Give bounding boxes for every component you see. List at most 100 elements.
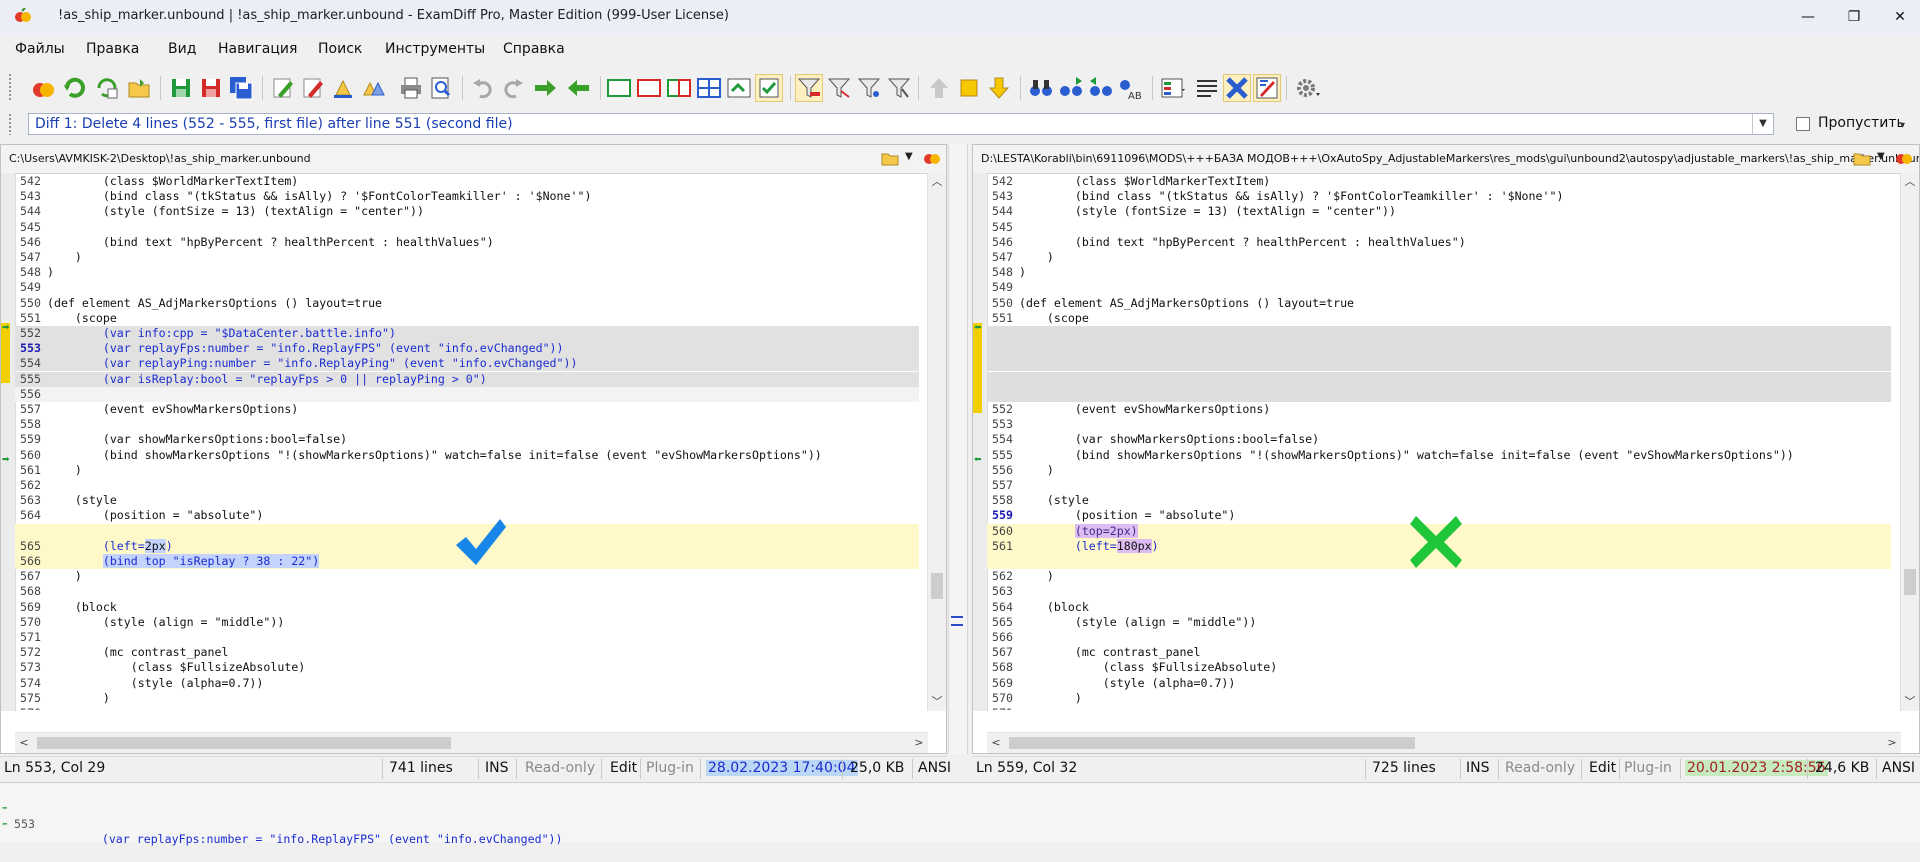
edit-options-icon[interactable] bbox=[1253, 74, 1281, 102]
left-code-view[interactable]: 542 (class $WorldMarkerTextItem) 543 (bin… bbox=[15, 174, 919, 710]
undo-icon[interactable] bbox=[470, 75, 496, 101]
diffbar-grip[interactable] bbox=[8, 113, 12, 135]
code-line[interactable] bbox=[987, 386, 1891, 402]
filter-3-icon[interactable] bbox=[856, 75, 882, 101]
edit-status[interactable]: Edit bbox=[610, 760, 637, 776]
filter-icon[interactable] bbox=[795, 74, 823, 102]
next-diff-icon[interactable] bbox=[532, 75, 558, 101]
scroll-thumb[interactable] bbox=[931, 573, 943, 599]
code-line[interactable]: 575 ) bbox=[15, 691, 919, 706]
menu-view[interactable]: Вид bbox=[168, 41, 196, 57]
code-line[interactable]: 558 (style bbox=[987, 493, 1891, 508]
code-line[interactable]: 542 (class $WorldMarkerTextItem) bbox=[15, 174, 919, 189]
right-code-view[interactable]: 542 (class $WorldMarkerTextItem) 543 (bin… bbox=[987, 174, 1891, 710]
menu-edit[interactable]: Правка bbox=[86, 41, 139, 57]
code-line[interactable] bbox=[987, 356, 1891, 372]
scroll-right-icon[interactable]: > bbox=[1883, 733, 1901, 753]
code-line[interactable]: 552 (var info:cpp = "$DataCenter.battle.… bbox=[15, 326, 919, 341]
code-line[interactable]: 554 (var replayPing:number = "info.Repla… bbox=[15, 356, 919, 372]
code-line[interactable]: 566 bbox=[987, 630, 1891, 645]
toolbar-overflow-icon[interactable]: ▾ bbox=[1900, 120, 1905, 131]
save-left-icon[interactable] bbox=[168, 75, 194, 101]
skip-checkbox[interactable] bbox=[1796, 117, 1810, 131]
code-line[interactable]: 544 (style (fontSize = 13) (textAlign = … bbox=[15, 204, 919, 219]
code-line[interactable]: 564 (block bbox=[987, 600, 1891, 615]
code-line[interactable]: 560 (bind showMarkersOptions "!(showMark… bbox=[15, 448, 919, 463]
code-line[interactable]: 570 ) bbox=[987, 691, 1891, 706]
refresh-icon[interactable] bbox=[62, 75, 88, 101]
code-line[interactable]: 568 (class $FullsizeAbsolute) bbox=[987, 660, 1891, 675]
code-line[interactable]: 542 (class $WorldMarkerTextItem) bbox=[987, 174, 1891, 189]
prev-diff-icon[interactable] bbox=[566, 75, 592, 101]
find-next-icon[interactable] bbox=[1058, 75, 1084, 101]
code-line[interactable]: 551 (scope bbox=[15, 311, 919, 326]
compare-icon[interactable] bbox=[30, 75, 56, 101]
highlight-all-icon[interactable] bbox=[360, 75, 386, 101]
code-line[interactable]: 570 (style (align = "middle")) bbox=[15, 615, 919, 630]
plugin-status[interactable]: Plug-in bbox=[646, 760, 694, 776]
options-icon[interactable] bbox=[1223, 74, 1251, 102]
right-vertical-scrollbar[interactable]: ︿ ﹀ bbox=[1900, 173, 1919, 711]
open-file-icon[interactable] bbox=[1853, 150, 1871, 166]
code-line[interactable]: 553 (var replayFps:number = "info.Replay… bbox=[15, 341, 919, 357]
code-line[interactable]: 546 (bind text "hpByPercent ? healthPerc… bbox=[987, 235, 1891, 250]
replace-icon[interactable]: AB bbox=[1118, 75, 1144, 101]
code-line[interactable]: 559 (var showMarkersOptions:bool=false) bbox=[15, 432, 919, 447]
scroll-down-icon[interactable]: ﹀ bbox=[928, 693, 946, 711]
code-line[interactable]: 543 (bind class "(tkStatus && isAlly) ? … bbox=[987, 189, 1891, 204]
arrow-down-icon[interactable] bbox=[986, 75, 1012, 101]
filter-2-icon[interactable] bbox=[826, 75, 852, 101]
single-pane-icon[interactable] bbox=[606, 75, 632, 101]
menu-help[interactable]: Справка bbox=[503, 41, 565, 57]
code-line[interactable]: 547 ) bbox=[987, 250, 1891, 265]
code-line[interactable]: 553 bbox=[987, 417, 1891, 432]
save-right-icon[interactable] bbox=[198, 75, 224, 101]
compare-icon[interactable] bbox=[1895, 150, 1913, 166]
code-line[interactable]: 548) bbox=[987, 265, 1891, 280]
code-line[interactable]: 557 bbox=[987, 478, 1891, 493]
code-line[interactable]: 551 (scope bbox=[987, 311, 1891, 326]
split-grid-icon[interactable] bbox=[696, 75, 722, 101]
code-line[interactable] bbox=[987, 371, 1891, 387]
code-line[interactable]: 571 bbox=[987, 706, 1891, 710]
code-line[interactable] bbox=[987, 326, 1891, 341]
print-preview-icon[interactable] bbox=[428, 75, 454, 101]
code-line[interactable]: 545 bbox=[987, 220, 1891, 235]
colors-icon[interactable] bbox=[1160, 75, 1186, 101]
code-line[interactable]: 574 (style (alpha=0.7)) bbox=[15, 676, 919, 691]
scroll-left-icon[interactable]: < bbox=[15, 733, 33, 753]
scroll-right-icon[interactable]: > bbox=[910, 733, 928, 753]
code-line[interactable]: 550 (def element AS_AdjMarkersOptions () … bbox=[987, 296, 1891, 311]
code-line[interactable]: 563 (style bbox=[15, 493, 919, 508]
scroll-up-icon[interactable]: ︿ bbox=[928, 173, 946, 191]
chevron-down-icon[interactable]: ▼ bbox=[1877, 151, 1885, 162]
code-line[interactable]: 549 bbox=[15, 280, 919, 295]
code-line[interactable]: 556 ) bbox=[987, 463, 1891, 478]
scroll-thumb[interactable] bbox=[1009, 737, 1415, 749]
code-line[interactable]: 554 (var showMarkersOptions:bool=false) bbox=[987, 432, 1891, 447]
menu-search[interactable]: Поиск bbox=[318, 41, 362, 57]
scroll-down-icon[interactable]: ﹀ bbox=[1901, 693, 1919, 711]
arrow-up-icon[interactable] bbox=[926, 75, 952, 101]
code-line[interactable]: 546 (bind text "hpByPercent ? healthPerc… bbox=[15, 235, 919, 250]
menu-files[interactable]: Файлы bbox=[15, 41, 65, 57]
redo-icon[interactable] bbox=[500, 75, 526, 101]
code-line[interactable]: 555 (bind showMarkersOptions "!(showMark… bbox=[987, 448, 1891, 463]
code-line[interactable]: 562 bbox=[15, 478, 919, 493]
code-line[interactable]: 571 bbox=[15, 630, 919, 645]
filter-4-icon[interactable] bbox=[886, 75, 912, 101]
settings-gear-icon[interactable] bbox=[1294, 75, 1320, 101]
maximize-button[interactable]: ❐ bbox=[1840, 6, 1868, 28]
readonly-status[interactable]: Read-only bbox=[1505, 760, 1575, 776]
code-line[interactable]: 547 ) bbox=[15, 250, 919, 265]
code-line[interactable]: 545 bbox=[15, 220, 919, 235]
code-line[interactable]: 549 bbox=[987, 280, 1891, 295]
scroll-left-icon[interactable]: < bbox=[987, 733, 1005, 753]
menu-navigation[interactable]: Навигация bbox=[218, 41, 297, 57]
sync-icon[interactable] bbox=[726, 75, 752, 101]
edit-left-icon[interactable] bbox=[270, 75, 296, 101]
code-line[interactable]: 569 (block bbox=[15, 600, 919, 615]
right-horizontal-scrollbar[interactable]: < > bbox=[987, 732, 1901, 753]
scroll-up-icon[interactable]: ︿ bbox=[1901, 173, 1919, 191]
split-vertical-icon[interactable] bbox=[666, 75, 692, 101]
